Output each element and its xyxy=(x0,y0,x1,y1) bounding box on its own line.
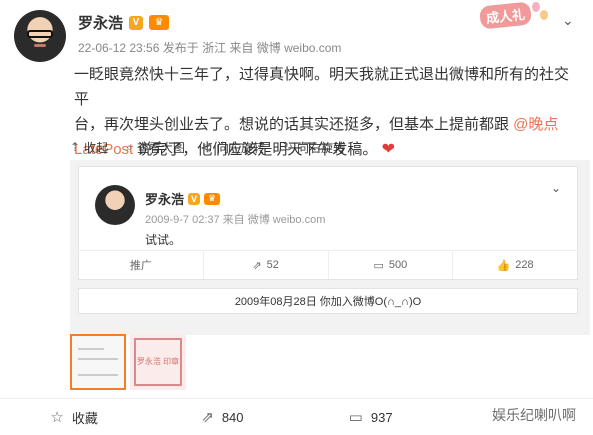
view-large-button[interactable]: ⌕ 查看大图 xyxy=(126,139,185,156)
watermark-text: 娱乐纪喇叭啊 xyxy=(492,407,576,423)
avatar-glasses-shape xyxy=(27,30,53,38)
comment-count: 500 xyxy=(388,259,408,271)
favorite-button[interactable]: ☆ 收藏 xyxy=(0,408,148,427)
member-crown-icon[interactable]: ♛ xyxy=(149,15,170,30)
embedded-text: 试试。 xyxy=(145,233,182,247)
thumbs-up-icon: 👍 xyxy=(496,259,511,272)
content-text: 台，再次埋头创业去了。想说的话其实还挺多，但基本上提前都跟 xyxy=(74,116,514,133)
embedded-screenshot[interactable]: 罗永浩 V ♛ 2009-9-7 02:37 来自 微博 weibo.com 试… xyxy=(70,160,590,335)
embedded-like: 👍 228 xyxy=(453,251,577,279)
embedded-author-name: 罗永浩 xyxy=(145,192,185,207)
mention-link[interactable]: @晚点 xyxy=(513,116,558,133)
chevron-down-icon: ⌄ xyxy=(551,181,562,195)
thumb-line-shape xyxy=(78,374,118,376)
like-count: 228 xyxy=(515,259,534,271)
weibo-post: 罗永浩 V ♛ 22-06-12 23:56 发布于 浙江 来自 微博 weib… xyxy=(0,0,593,435)
image-toolbar: ⇡ 收起 ⌕ 查看大图 ↺ 向左旋转 ↻ 向右旋转 xyxy=(70,136,345,158)
embedded-comment: ▭ 500 xyxy=(329,251,454,279)
balloon-icon xyxy=(540,10,548,20)
embedded-meta: 2009-9-7 02:37 来自 微博 weibo.com xyxy=(145,214,326,226)
repost-button[interactable]: ⇗ 840 xyxy=(148,408,296,426)
join-date-line: 2009年08月28日 你加入微博O(∩_∩)O xyxy=(78,288,578,314)
rotate-right-label: 向右旋转 xyxy=(296,140,345,155)
up-arrow-icon: ⇡ xyxy=(70,140,81,154)
collapse-label: 收起 xyxy=(84,140,109,155)
content-line: 台，再次埋头创业去了。想说的话其实还挺多，但基本上提前都跟 @晚点 xyxy=(74,112,579,137)
image-thumbnails: 罗永浩 印章 xyxy=(70,334,186,390)
festive-decoration: 成人礼 xyxy=(470,0,550,30)
star-icon: ☆ xyxy=(50,409,64,426)
repost-icon: ⇗ xyxy=(201,409,214,426)
author-name[interactable]: 罗永浩 xyxy=(78,12,123,33)
author-name-row: 罗永浩 V ♛ xyxy=(78,12,170,33)
repost-count: 840 xyxy=(221,409,244,425)
embedded-promote: 推广 xyxy=(79,251,204,279)
verified-v-icon: V xyxy=(129,15,144,30)
rotate-left-label: 向左旋转 xyxy=(216,140,265,155)
promote-label: 推广 xyxy=(129,260,152,272)
thumbnail-1[interactable] xyxy=(70,334,126,390)
rotate-right-icon: ↻ xyxy=(282,140,293,154)
avatar-mouth-shape xyxy=(34,44,46,47)
comment-icon: ▭ xyxy=(348,409,363,426)
comment-button[interactable]: ▭ 937 xyxy=(297,408,445,426)
heart-emoji-icon: ❤ xyxy=(381,141,395,158)
favorite-label: 收藏 xyxy=(71,410,98,426)
collapse-button[interactable]: ⇡ 收起 xyxy=(70,139,108,156)
seal-stamp-image: 罗永浩 印章 xyxy=(134,338,182,386)
rotate-left-icon: ↺ xyxy=(202,140,213,154)
rotate-left-button[interactable]: ↺ 向左旋转 xyxy=(203,139,265,156)
member-crown-icon: ♛ xyxy=(204,192,221,205)
thumb-line-shape xyxy=(78,348,104,350)
repost-count: 52 xyxy=(266,259,279,271)
post-meta: 22-06-12 23:56 发布于 浙江 来自 微博 weibo.com xyxy=(78,41,342,55)
magnifier-icon: ⌕ xyxy=(126,139,133,154)
comment-icon: ▭ xyxy=(373,259,384,272)
balloon-icon xyxy=(532,2,540,12)
embedded-name-row: 罗永浩 V ♛ xyxy=(145,189,221,208)
comment-count: 937 xyxy=(370,409,393,425)
embedded-action-bar: 推广 ⇗ 52 ▭ 500 👍 228 xyxy=(78,250,578,280)
embedded-repost: ⇗ 52 xyxy=(204,251,329,279)
thumb-line-shape xyxy=(78,358,118,360)
repost-icon: ⇗ xyxy=(252,259,262,272)
chevron-down-icon[interactable]: ⌄ xyxy=(562,12,574,29)
author-avatar[interactable] xyxy=(14,10,66,62)
festive-tag: 成人礼 xyxy=(478,1,533,30)
view-large-label: 查看大图 xyxy=(136,140,185,155)
thumbnail-2[interactable]: 罗永浩 印章 xyxy=(130,334,186,390)
verified-v-icon: V xyxy=(188,192,201,205)
embedded-avatar xyxy=(95,185,135,225)
rotate-right-button[interactable]: ↻ 向右旋转 xyxy=(283,139,345,156)
content-line: 一眨眼竟然快十三年了，过得真快啊。明天我就正式退出微博和所有的社交平 xyxy=(74,66,570,108)
